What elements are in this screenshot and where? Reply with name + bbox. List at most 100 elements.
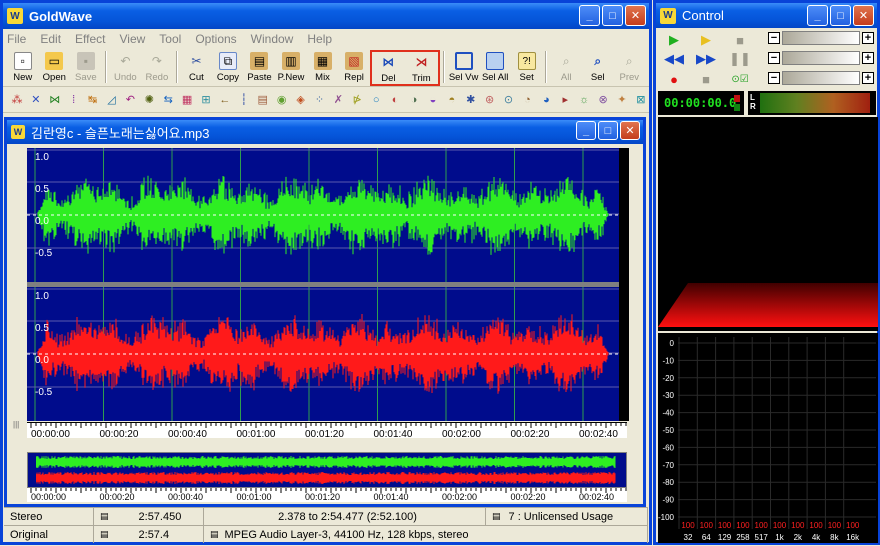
effect-tool-10-button[interactable]: ▦ bbox=[179, 91, 195, 108]
paste-new-button[interactable]: ▥ P.New bbox=[275, 51, 307, 85]
set-button[interactable]: ?! Set bbox=[511, 51, 543, 85]
play-button[interactable]: ▶ bbox=[662, 31, 686, 49]
mix-button[interactable]: ▦ Mix bbox=[307, 51, 339, 85]
control-close-button[interactable]: ✕ bbox=[853, 5, 874, 26]
cut-button[interactable]: ✂ Cut bbox=[181, 51, 213, 85]
speed-plus-button[interactable]: + bbox=[862, 72, 874, 84]
menu-file[interactable]: File bbox=[7, 32, 26, 46]
effect-tool-27-button[interactable]: ⊙ bbox=[501, 91, 517, 108]
undo-button[interactable]: ↶ Undo bbox=[110, 51, 142, 85]
balance-plus-button[interactable]: + bbox=[862, 52, 874, 64]
effect-tool-33-button[interactable]: ✦ bbox=[614, 91, 630, 108]
menu-edit[interactable]: Edit bbox=[40, 32, 61, 46]
effect-tool-31-button[interactable]: ☼ bbox=[576, 91, 592, 108]
effect-tool-6-button[interactable]: ◿ bbox=[104, 91, 120, 108]
vertical-scroll-handle[interactable] bbox=[11, 148, 23, 428]
replace-button[interactable]: ▧ Repl bbox=[338, 51, 370, 85]
effect-tool-34-button[interactable]: ⊠ bbox=[633, 91, 649, 108]
delete-button[interactable]: ⋈ Del bbox=[372, 52, 405, 86]
doc-maximize-button[interactable]: □ bbox=[598, 121, 618, 140]
effect-tool-22-button[interactable]: ◑ bbox=[406, 91, 422, 108]
effect-tool-28-button[interactable]: ◔ bbox=[519, 91, 535, 108]
record-stop-button[interactable]: ■ bbox=[694, 70, 718, 88]
effect-tool-20-button[interactable]: ○ bbox=[368, 91, 384, 108]
copy-button[interactable]: ⧉ Copy bbox=[212, 51, 244, 85]
peak-label: 100 bbox=[755, 521, 769, 530]
effect-tool-23-button[interactable]: ◒ bbox=[425, 91, 441, 108]
effect-tool-8-button[interactable]: ✺ bbox=[141, 91, 157, 108]
effect-tool-12-button[interactable]: ← bbox=[217, 91, 233, 108]
balance-minus-button[interactable]: − bbox=[768, 52, 780, 64]
document-title-bar[interactable]: W 김란영c - 슬픈노래는싫어요.mp3 _ □ ✕ bbox=[7, 120, 643, 144]
control-minimize-button[interactable]: _ bbox=[807, 5, 828, 26]
effect-tool-19-button[interactable]: ⋫ bbox=[349, 91, 365, 108]
effect-tool-11-button[interactable]: ⊞ bbox=[198, 91, 214, 108]
menu-options[interactable]: Options bbox=[195, 32, 236, 46]
effect-tool-26-button[interactable]: ⊛ bbox=[482, 91, 498, 108]
effect-tool-3-button[interactable]: ⋈ bbox=[47, 91, 63, 108]
waveform-right-channel[interactable] bbox=[27, 287, 619, 421]
effect-tool-4-button[interactable]: ⁞ bbox=[66, 91, 82, 108]
effect-tool-24-button[interactable]: ◓ bbox=[444, 91, 460, 108]
timeline-ruler[interactable]: 00:00:00 00:00:20 00:00:40 00:01:00 00:01:20… bbox=[27, 422, 627, 440]
doc-minimize-button[interactable]: _ bbox=[576, 121, 596, 140]
effect-tool-29-button[interactable]: ◕ bbox=[538, 91, 554, 108]
effect-tool-16-button[interactable]: ◈ bbox=[293, 91, 309, 108]
close-button[interactable]: ✕ bbox=[625, 5, 646, 26]
zoom-prev-button[interactable]: ⌕ Prev bbox=[614, 51, 646, 85]
effects-toolbar: ⁂ ✕ ⋈ ⁞ ↹ ◿ ↶ ✺ ⇆ ▦ ⊞ ← ┆ ▤ ◉ ◈ ⁘ ✗ ⋫ ○ ◐ ◑ ◒ ◓ ✱ ⊛ ⊙ ◔ ◕ ▸ ☼ ⊗ ✦ ⊠ bbox=[3, 87, 649, 113]
record-button[interactable]: ● bbox=[662, 70, 686, 88]
volume-slider[interactable] bbox=[782, 31, 860, 45]
speed-minus-button[interactable]: − bbox=[768, 72, 780, 84]
speed-slider[interactable] bbox=[782, 71, 860, 85]
play-selection-button[interactable]: ▶ bbox=[694, 31, 718, 49]
save-button[interactable]: ▪ Save bbox=[70, 51, 102, 85]
menu-help[interactable]: Help bbox=[307, 32, 332, 46]
control-maximize-button[interactable]: □ bbox=[830, 5, 851, 26]
menu-window[interactable]: Window bbox=[251, 32, 294, 46]
effect-tool-7-button[interactable]: ↶ bbox=[122, 91, 138, 108]
effect-tool-25-button[interactable]: ✱ bbox=[463, 91, 479, 108]
control-title-bar[interactable]: W Control _ □ ✕ bbox=[656, 3, 877, 28]
overview-waveform[interactable] bbox=[27, 452, 627, 488]
main-title-bar[interactable]: W GoldWave _ □ ✕ bbox=[3, 3, 649, 29]
effect-tool-21-button[interactable]: ◐ bbox=[387, 91, 403, 108]
menu-effect[interactable]: Effect bbox=[75, 32, 105, 46]
effect-tool-14-button[interactable]: ▤ bbox=[255, 91, 271, 108]
new-button[interactable]: ▫ New bbox=[7, 51, 39, 85]
zoom-select-button[interactable]: ⌕ Sel bbox=[582, 51, 614, 85]
select-all-button[interactable]: Sel All bbox=[479, 51, 511, 85]
paste-button[interactable]: ▤ Paste bbox=[244, 51, 276, 85]
maximize-button[interactable]: □ bbox=[602, 5, 623, 26]
waveform-left-channel[interactable] bbox=[27, 148, 619, 282]
doc-close-button[interactable]: ✕ bbox=[620, 121, 640, 140]
effect-tool-13-button[interactable]: ┆ bbox=[236, 91, 252, 108]
minimize-button[interactable]: _ bbox=[579, 5, 600, 26]
effect-tool-9-button[interactable]: ⇆ bbox=[160, 91, 176, 108]
effect-tool-17-button[interactable]: ⁘ bbox=[312, 91, 328, 108]
redo-button[interactable]: ↷ Redo bbox=[141, 51, 173, 85]
effect-tool-2-button[interactable]: ✕ bbox=[28, 91, 44, 108]
volume-plus-button[interactable]: + bbox=[862, 32, 874, 44]
open-button[interactable]: ▭ Open bbox=[39, 51, 71, 85]
volume-minus-button[interactable]: − bbox=[768, 32, 780, 44]
menu-tool[interactable]: Tool bbox=[159, 32, 181, 46]
effect-tool-1-button[interactable]: ⁂ bbox=[9, 91, 25, 108]
balance-slider[interactable] bbox=[782, 51, 860, 65]
time-tick-label: 00:01:40 bbox=[374, 492, 409, 502]
effect-tool-18-button[interactable]: ✗ bbox=[330, 91, 346, 108]
rewind-button[interactable]: ◀◀ bbox=[662, 50, 686, 68]
effect-tool-5-button[interactable]: ↹ bbox=[85, 91, 101, 108]
trim-button[interactable]: ⋊ Trim bbox=[405, 52, 438, 86]
zoom-all-button[interactable]: ⌕ All bbox=[550, 51, 582, 85]
monitor-toggle-button[interactable]: ⊙☑ bbox=[728, 70, 752, 88]
menu-view[interactable]: View bbox=[120, 32, 146, 46]
pause-button[interactable]: ❚❚ bbox=[728, 50, 752, 68]
effect-tool-15-button[interactable]: ◉ bbox=[274, 91, 290, 108]
fast-forward-button[interactable]: ▶▶ bbox=[694, 50, 718, 68]
select-view-button[interactable]: Sel Vw bbox=[448, 51, 480, 85]
amplitude-label: -0.5 bbox=[35, 387, 53, 398]
stop-button[interactable]: ■ bbox=[728, 31, 752, 49]
effect-tool-32-button[interactable]: ⊗ bbox=[595, 91, 611, 108]
effect-tool-30-button[interactable]: ▸ bbox=[557, 91, 573, 108]
